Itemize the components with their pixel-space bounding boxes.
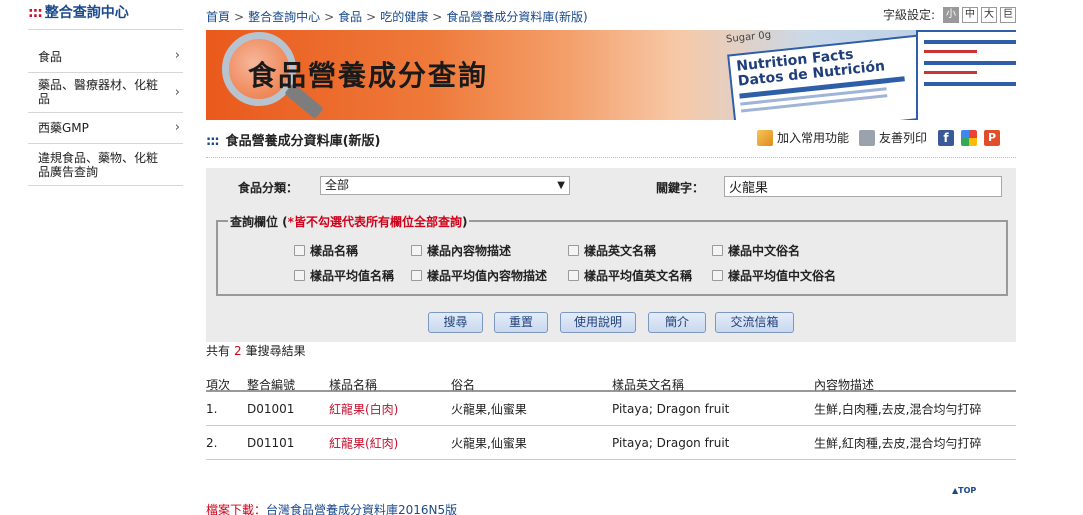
checkbox-box[interactable] [712, 270, 723, 281]
sidebar-item-gmp[interactable]: 西藥GMP › [28, 113, 183, 144]
sidebar-item-food[interactable]: 食品 › [28, 40, 183, 73]
checkbox-label: 樣品名稱 [310, 244, 359, 258]
checkbox-box[interactable] [294, 245, 305, 256]
checkbox-label: 樣品平均值中文俗名 [728, 269, 837, 283]
search-panel: 食品分類： 全部 ▼ 關鍵字： 查詢欄位 (*皆不勾選代表所有欄位全部查詢) 樣… [206, 168, 1016, 342]
contact-mail-button[interactable]: 交流信箱 [715, 312, 794, 333]
column-header-index: 項次 [206, 378, 231, 392]
checkbox-box[interactable] [411, 270, 422, 281]
checkbox-sample-chinese-name[interactable]: 樣品中文俗名 [712, 242, 800, 259]
checkbox-box[interactable] [294, 270, 305, 281]
checkbox-label: 樣品平均值名稱 [310, 269, 395, 283]
sidebar-title-text: 整合查詢中心 [44, 5, 129, 21]
checkbox-label: 樣品英文名稱 [584, 244, 657, 258]
sidebar-item-label: 食品 [38, 50, 63, 64]
column-header-id: 整合編號 [247, 378, 296, 392]
intro-button[interactable]: 簡介 [648, 312, 706, 333]
sidebar-item-label: 違規食品、藥物、化粧品廣告查詢 [38, 151, 159, 179]
sidebar-menu: 食品 › 藥品、醫療器材、化粧品 › 西藥GMP › 違規食品、藥物、化粧品廣告查詢 [28, 40, 183, 186]
checkbox-box[interactable] [568, 245, 579, 256]
results-table: 項次 整合編號 樣品名稱 俗名 樣品英文名稱 內容物描述 1. D01001 紅… [206, 364, 1016, 460]
category-label: 食品分類： [238, 181, 299, 195]
result-count: 共有 2 筆搜尋結果 [206, 342, 306, 359]
chevron-right-icon: › [174, 84, 180, 100]
column-header-common-name: 俗名 [451, 378, 476, 392]
dropdown-arrow-icon: ▼ [557, 180, 565, 191]
category-select[interactable]: 全部 ▼ [320, 176, 570, 195]
search-row: 食品分類： 全部 ▼ 關鍵字： [206, 176, 1016, 198]
checkbox-avg-chinese-name[interactable]: 樣品平均值中文俗名 [712, 267, 836, 284]
help-button[interactable]: 使用說明 [560, 312, 636, 333]
cell-common-name: 火龍果,仙蜜果 [451, 402, 527, 416]
query-fields-fieldset: 查詢欄位 (*皆不勾選代表所有欄位全部查詢) 樣品名稱 樣品內容物描述 樣品英文… [216, 213, 1008, 296]
query-fields-legend: 查詢欄位 (*皆不勾選代表所有欄位全部查詢) [228, 213, 470, 230]
table-row[interactable]: 1. D01001 紅龍果(白肉) 火龍果,仙蜜果 Pitaya; Dragon… [206, 392, 1016, 426]
checkbox-sample-content[interactable]: 樣品內容物描述 [411, 242, 511, 259]
button-row: 搜尋 重置 使用說明 簡介 交流信箱 [206, 312, 1016, 334]
checkbox-label: 樣品中文俗名 [728, 244, 801, 258]
sidebar-item-label: 藥品、醫療器材、化粧品 [38, 78, 159, 106]
cell-common-name: 火龍果,仙蜜果 [451, 436, 527, 450]
result-count-prefix: 共有 [206, 344, 231, 358]
sidebar: ::: 整合查詢中心 食品 › 藥品、醫療器材、化粧品 › 西藥GMP › 違規食品、藥… [28, 0, 183, 186]
column-header-sample-name: 樣品名稱 [329, 378, 378, 392]
query-fields-label: 查詢欄位 ( [230, 215, 288, 229]
back-to-top-link[interactable]: ▲TOP [952, 486, 976, 495]
cell-id: D01001 [247, 401, 295, 416]
cell-description: 生鮮,白肉種,去皮,混合均勻打碎 [814, 402, 982, 416]
sidebar-item-drugs[interactable]: 藥品、醫療器材、化粧品 › [28, 73, 183, 113]
checkbox-box[interactable] [568, 270, 579, 281]
checkbox-sample-name[interactable]: 樣品名稱 [294, 242, 358, 259]
query-fields-warning: *皆不勾選代表所有欄位全部查詢 [287, 215, 462, 229]
checkbox-avg-english-name[interactable]: 樣品平均值英文名稱 [568, 267, 692, 284]
chevron-right-icon: › [174, 48, 180, 63]
sidebar-item-violation-ads[interactable]: 違規食品、藥物、化粧品廣告查詢 [28, 144, 183, 186]
checkbox-avg-name[interactable]: 樣品平均值名稱 [294, 267, 394, 284]
keyword-input[interactable] [724, 176, 1002, 197]
checkbox-box[interactable] [712, 245, 723, 256]
cell-sample-name-link[interactable]: 紅龍果(紅肉) [329, 434, 398, 451]
cell-english-name: Pitaya; Dragon fruit [612, 401, 730, 416]
cell-id: D01101 [247, 435, 295, 450]
checkbox-sample-english-name[interactable]: 樣品英文名稱 [568, 242, 656, 259]
sidebar-title: ::: 整合查詢中心 [28, 0, 183, 30]
checkbox-label: 樣品平均值內容物描述 [427, 269, 548, 283]
column-header-description: 內容物描述 [814, 378, 875, 392]
chevron-right-icon: › [174, 120, 180, 135]
checkbox-avg-content[interactable]: 樣品平均值內容物描述 [411, 267, 547, 284]
cell-english-name: Pitaya; Dragon fruit [612, 435, 730, 450]
category-select-value: 全部 [325, 178, 350, 192]
keyword-label: 關鍵字： [656, 181, 705, 195]
search-area: 食品分類： 全部 ▼ 關鍵字： 查詢欄位 (*皆不勾選代表所有欄位全部查詢) 樣… [206, 0, 1016, 515]
checkbox-label: 樣品平均值英文名稱 [584, 269, 693, 283]
cell-description: 生鮮,紅肉種,去皮,混合均勻打碎 [814, 436, 982, 450]
query-fields-close: ) [461, 215, 468, 229]
column-header-english-name: 樣品英文名稱 [612, 378, 685, 392]
reset-button[interactable]: 重置 [494, 312, 548, 333]
result-count-number: 2 [234, 344, 242, 358]
cell-sample-name-link[interactable]: 紅龍果(白肉) [329, 400, 398, 417]
table-header: 項次 整合編號 樣品名稱 俗名 樣品英文名稱 內容物描述 [206, 364, 1016, 392]
cell-index: 2. [206, 435, 218, 450]
sidebar-item-label: 西藥GMP [38, 121, 89, 135]
checkbox-label: 樣品內容物描述 [427, 244, 512, 258]
file-download: 檔案下載：台灣食品營養成分資料庫2016N5版 [206, 501, 457, 515]
sidebar-title-prefix: ::: [28, 5, 43, 21]
search-button[interactable]: 搜尋 [428, 312, 483, 333]
result-count-suffix: 筆搜尋結果 [245, 344, 306, 358]
table-row[interactable]: 2. D01101 紅龍果(紅肉) 火龍果,仙蜜果 Pitaya; Dragon… [206, 426, 1016, 460]
download-link[interactable]: 台灣食品營養成分資料庫2016N5版 [266, 503, 457, 515]
cell-index: 1. [206, 401, 218, 416]
checkbox-box[interactable] [411, 245, 422, 256]
download-label: 檔案下載： [206, 503, 267, 515]
